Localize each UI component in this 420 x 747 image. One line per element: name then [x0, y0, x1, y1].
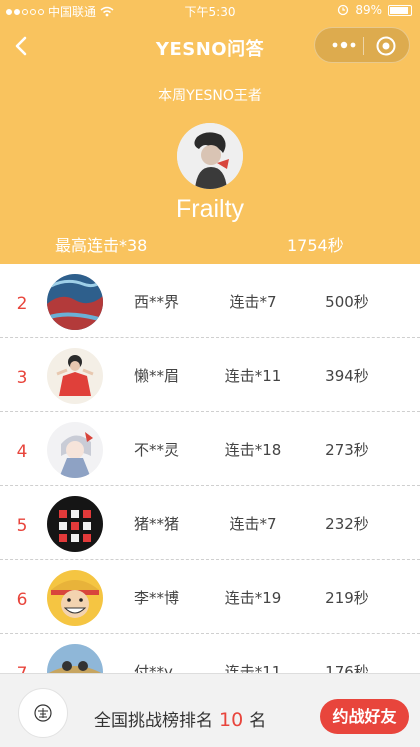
nav-bar: YESNO问答 [0, 22, 420, 70]
rank-number: 5 [16, 516, 28, 536]
user-name: 西**界 [134, 293, 180, 311]
user-time: 500秒 [325, 293, 369, 311]
list-item[interactable]: 2 西**界 连击*7 500秒 [0, 264, 420, 338]
user-time: 232秒 [325, 515, 369, 533]
ranking-list: 2 西**界 连击*7 500秒 3 懒**眉 连击*11 394秒 4 不**… [0, 264, 420, 708]
avatar [47, 570, 103, 626]
user-time: 273秒 [325, 441, 369, 459]
avatar [47, 496, 103, 552]
user-time: 219秒 [325, 589, 369, 607]
user-name: 不**灵 [134, 441, 180, 459]
battery-percent: 89% [355, 3, 382, 17]
list-item[interactable]: 3 懒**眉 连击*11 394秒 [0, 338, 420, 412]
menu-capsule [314, 27, 410, 63]
alarm-icon [338, 4, 349, 16]
rank-number: 3 [16, 368, 28, 388]
king-avatar[interactable] [177, 123, 243, 189]
bottom-bar: 全国挑战榜排名 10 名 约战好友 [0, 673, 420, 747]
user-streak: 连击*18 [224, 441, 282, 459]
seal-icon [34, 704, 52, 722]
king-time: 1754秒 [287, 236, 344, 255]
status-bar: 中国联通 下午5:30 89% [0, 0, 420, 22]
list-item[interactable]: 4 不**灵 连击*18 273秒 [0, 412, 420, 486]
challenge-friend-button[interactable]: 约战好友 [320, 699, 409, 734]
header-banner: 中国联通 下午5:30 89% YESNO问答 本周YESNO王者 Frailt… [0, 0, 420, 264]
more-dots-icon[interactable] [329, 36, 359, 54]
avatar [47, 422, 103, 478]
rank-number: 4 [16, 442, 28, 462]
user-name: 懒**眉 [134, 367, 180, 385]
rank-prefix: 全国挑战榜排名 [94, 711, 213, 731]
user-streak: 连击*19 [224, 589, 282, 607]
rank-number: 6 [16, 590, 28, 610]
battery-icon [388, 4, 412, 16]
list-item[interactable]: 6 李**博 连击*19 219秒 [0, 560, 420, 634]
king-streak: 最高连击*38 [55, 236, 148, 255]
avatar [47, 348, 103, 404]
user-name: 李**博 [134, 589, 180, 607]
user-streak: 连击*7 [229, 515, 277, 533]
target-icon[interactable] [375, 35, 397, 57]
my-avatar[interactable] [18, 688, 68, 738]
national-rank: 全国挑战榜排名 10 名 [94, 706, 266, 731]
rank-number: 2 [16, 294, 28, 314]
avatar [47, 274, 103, 330]
rank-value: 10 [219, 709, 244, 731]
user-name: 猪**猪 [134, 515, 180, 533]
list-item[interactable]: 5 猪**猪 连击*7 232秒 [0, 486, 420, 560]
user-time: 394秒 [325, 367, 369, 385]
user-streak: 连击*11 [224, 367, 282, 385]
king-name: Frailty [175, 195, 245, 223]
rank-suffix: 名 [249, 711, 267, 731]
weekly-king-label: 本周YESNO王者 [158, 88, 262, 104]
capsule-divider [363, 37, 364, 55]
user-streak: 连击*7 [229, 293, 277, 311]
